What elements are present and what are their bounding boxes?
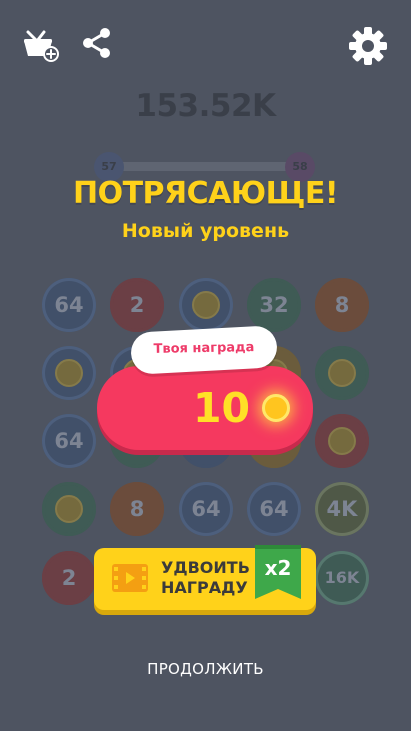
coin-icon	[192, 291, 220, 319]
share-icon[interactable]	[80, 26, 114, 66]
board-tile-coin	[315, 414, 369, 468]
coin-icon	[55, 495, 83, 523]
subheadline: Новый уровень	[121, 220, 290, 242]
reward-tag-label: Твоя награда	[153, 340, 255, 357]
board-tile: 64	[42, 414, 96, 468]
double-reward-label[interactable]: УДВОИТЬ НАГРАДУ	[161, 558, 261, 598]
board-tile-coin	[315, 346, 369, 400]
board-tile: 2	[42, 551, 96, 605]
double-reward-label-line2: НАГРАДУ	[161, 578, 248, 597]
board-tile: 2	[110, 278, 164, 332]
board-tile: 32	[247, 278, 301, 332]
double-reward-label-line1: УДВОИТЬ	[161, 558, 250, 577]
gear-icon[interactable]	[348, 26, 388, 66]
coin-icon	[328, 359, 356, 387]
board-tile-coin	[179, 278, 233, 332]
video-film-icon	[111, 561, 149, 595]
board-tile: 64	[42, 278, 96, 332]
board-tile: 8	[315, 278, 369, 332]
board-tile: 4K	[315, 482, 369, 536]
board-tile: 8	[110, 482, 164, 536]
board-tile-coin	[42, 482, 96, 536]
continue-button[interactable]: ПРОДОЛЖИТЬ	[0, 660, 411, 678]
board-tile: 64	[179, 482, 233, 536]
board-tile-coin	[42, 346, 96, 400]
level-progress-bar	[108, 162, 300, 171]
coin-icon	[55, 359, 83, 387]
board-tile: 64	[247, 482, 301, 536]
x2-badge-label: x2	[264, 556, 292, 580]
reward-amount: 10	[192, 384, 250, 432]
coin-icon	[262, 394, 290, 422]
board-tile: 16K	[315, 551, 369, 605]
score-display: 153.52K	[135, 88, 276, 124]
headline: ПОТРЯСАЮЩЕ!	[72, 176, 339, 211]
basket-plus-icon[interactable]	[22, 26, 62, 66]
coin-icon	[328, 427, 356, 455]
